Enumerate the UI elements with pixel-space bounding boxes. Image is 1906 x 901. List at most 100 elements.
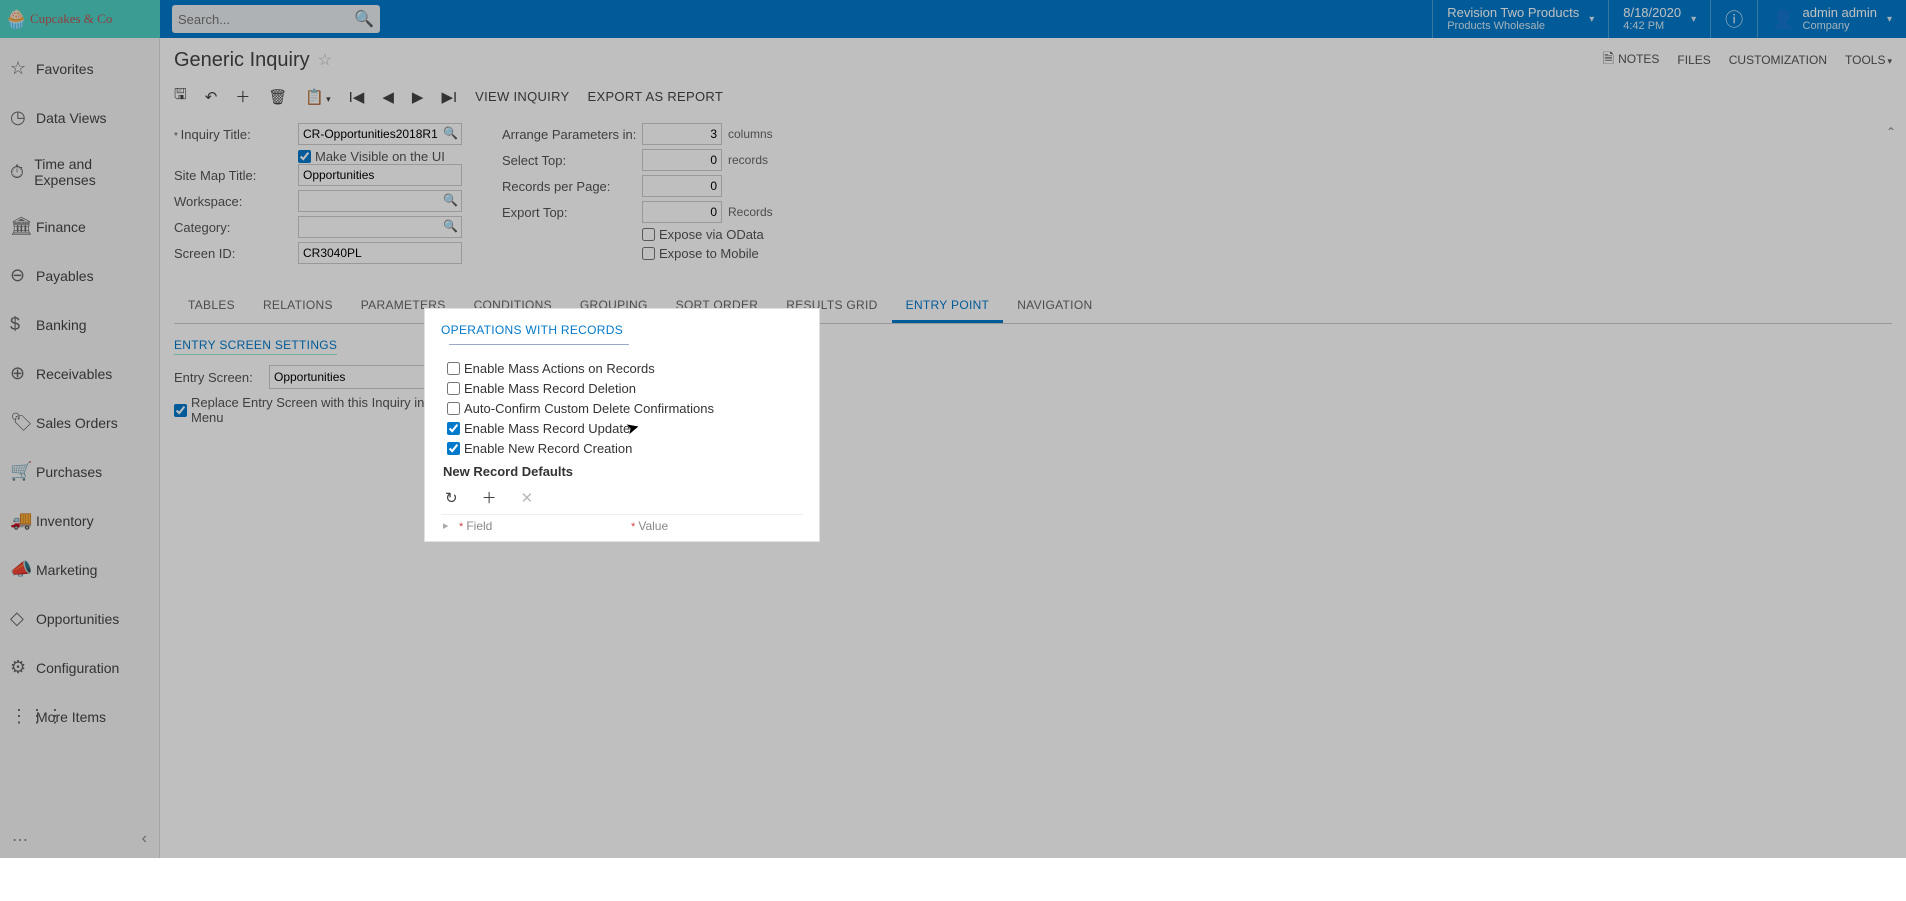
search-icon[interactable]: 🔍	[354, 9, 374, 29]
category-input[interactable]	[298, 216, 462, 238]
last-button[interactable]: ▶I	[441, 88, 457, 106]
save-button[interactable]: 🖫	[174, 84, 187, 109]
mass-update-checkbox[interactable]	[447, 422, 460, 435]
collapse-form-icon[interactable]: ⌃	[1886, 125, 1896, 139]
sidebar-item-dataviews[interactable]: ◷Data Views	[0, 93, 159, 142]
sidebar-label: Finance	[36, 219, 86, 235]
screenid-label: Screen ID:	[174, 246, 298, 261]
tab-entrypoint[interactable]: ENTRY POINT	[892, 290, 1004, 323]
sidebar-item-more[interactable]: ⋮⋮⋮More Items	[0, 692, 159, 741]
sidebar: ☆Favorites ◷Data Views ⏱Time and Expense…	[0, 38, 160, 858]
inquiry-title-input[interactable]	[298, 123, 462, 145]
delete-row-button[interactable]: ✕	[521, 489, 534, 507]
customization-button[interactable]: CUSTOMIZATION	[1729, 53, 1827, 67]
replace-entry-checkbox[interactable]	[174, 404, 187, 417]
recordspage-label: Records per Page:	[502, 179, 642, 194]
dollar-icon: $	[10, 314, 36, 335]
lookup-icon[interactable]: 🔍	[443, 219, 458, 233]
eye-icon: ◷	[10, 107, 36, 128]
sitemap-input[interactable]	[298, 164, 462, 186]
workspace-input[interactable]	[298, 190, 462, 212]
note-icon: 🗎	[1603, 50, 1614, 66]
export-report-button[interactable]: EXPORT AS REPORT	[588, 89, 724, 104]
truck-icon: 🚚	[10, 510, 36, 531]
tab-tables[interactable]: TABLES	[174, 290, 249, 323]
sidebar-label: Opportunities	[36, 611, 119, 627]
tenant-switcher[interactable]: Revision Two Products Products Wholesale…	[1432, 0, 1608, 38]
new-record-checkbox[interactable]	[447, 442, 460, 455]
tab-relations[interactable]: RELATIONS	[249, 290, 347, 323]
grid-row-selector-icon: ▸	[443, 519, 459, 533]
sidebar-item-favorites[interactable]: ☆Favorites	[0, 44, 159, 93]
mass-actions-checkbox[interactable]	[447, 362, 460, 375]
sidebar-item-configuration[interactable]: ⚙Configuration	[0, 643, 159, 692]
sidebar-item-marketing[interactable]: 📣Marketing	[0, 545, 159, 594]
sidebar-item-inventory[interactable]: 🚚Inventory	[0, 496, 159, 545]
mass-delete-checkbox[interactable]	[447, 382, 460, 395]
sidebar-item-opportunities[interactable]: ◇Opportunities	[0, 594, 159, 643]
tenant-name: Revision Two Products	[1447, 5, 1579, 21]
tools-button[interactable]: TOOLS▾	[1845, 53, 1892, 67]
notes-button[interactable]: 🗎NOTES	[1603, 48, 1660, 72]
chevron-down-icon: ▾	[1887, 56, 1892, 66]
chevron-down-icon: ▾	[1691, 14, 1696, 25]
delete-button[interactable]: 🗑	[268, 88, 287, 106]
sidebar-item-salesorders[interactable]: 🏷Sales Orders	[0, 398, 159, 447]
recordspage-input[interactable]	[642, 175, 722, 197]
tab-navigation[interactable]: NAVIGATION	[1003, 290, 1106, 323]
workspace-label: Workspace:	[174, 194, 298, 209]
view-inquiry-button[interactable]: VIEW INQUIRY	[475, 89, 569, 104]
inquiry-title-label: Inquiry Title:	[174, 127, 298, 142]
gear-icon: ⚙	[10, 657, 36, 678]
selecttop-unit: records	[728, 153, 768, 167]
first-button[interactable]: I◀	[349, 88, 365, 106]
sidebar-item-payables[interactable]: ⊖Payables	[0, 251, 159, 300]
new-record-defaults-heading: New Record Defaults	[443, 464, 803, 479]
refresh-button[interactable]: ↻	[445, 489, 458, 507]
exporttop-input[interactable]	[642, 201, 722, 223]
sidebar-item-purchases[interactable]: 🛒Purchases	[0, 447, 159, 496]
exporttop-unit: Records	[728, 205, 773, 219]
sidebar-item-receivables[interactable]: ⊕Receivables	[0, 349, 159, 398]
megaphone-icon: 📣	[10, 559, 36, 580]
toolbar: 🖫 ↶ ＋ 🗑 📋▾ I◀ ◀ ▶ ▶I VIEW INQUIRY EXPORT…	[160, 76, 1906, 117]
help-button[interactable]: ⓘ	[1710, 0, 1757, 38]
lookup-icon[interactable]: 🔍	[443, 126, 458, 140]
selecttop-input[interactable]	[642, 149, 722, 171]
next-button[interactable]: ▶	[412, 88, 424, 106]
user-menu[interactable]: 👤 admin admin Company ▾	[1757, 0, 1906, 38]
favorite-star-icon[interactable]: ☆	[318, 50, 332, 70]
plus-circle-icon: ⊕	[10, 363, 36, 384]
prev-button[interactable]: ◀	[382, 88, 394, 106]
add-row-button[interactable]: ＋	[482, 487, 497, 508]
category-label: Category:	[174, 220, 298, 235]
lookup-icon[interactable]: 🔍	[443, 193, 458, 207]
arrange-input[interactable]	[642, 123, 722, 145]
screenid-input[interactable]	[298, 242, 462, 264]
column-value: Value	[631, 519, 803, 533]
search-input[interactable]	[178, 12, 354, 27]
more-dots-icon[interactable]: ⋯	[12, 830, 28, 850]
exporttop-label: Export Top:	[502, 205, 642, 220]
mass-actions-label: Enable Mass Actions on Records	[464, 361, 655, 376]
operations-section-title: OPERATIONS WITH RECORDS	[441, 323, 803, 351]
cancel-button[interactable]: ↶	[205, 88, 218, 106]
business-time: 4:42 PM	[1623, 20, 1681, 33]
autoconfirm-checkbox[interactable]	[447, 402, 460, 415]
clipboard-button[interactable]: 📋▾	[305, 88, 330, 106]
sidebar-label: Data Views	[36, 110, 107, 126]
date-switcher[interactable]: 8/18/2020 4:42 PM ▾	[1608, 0, 1710, 38]
files-button[interactable]: FILES	[1677, 53, 1710, 67]
app-header: Cupcakes & Co 🔍 Revision Two Products Pr…	[0, 0, 1906, 38]
expose-odata-checkbox[interactable]	[642, 228, 655, 241]
help-icon: ⓘ	[1725, 6, 1743, 32]
sidebar-item-banking[interactable]: $Banking	[0, 300, 159, 349]
collapse-sidebar-icon[interactable]: ‹	[142, 830, 147, 850]
add-button[interactable]: ＋	[235, 86, 250, 107]
expose-mobile-checkbox[interactable]	[642, 247, 655, 260]
search-box[interactable]: 🔍	[172, 5, 380, 33]
sidebar-item-time[interactable]: ⏱Time and Expenses	[0, 142, 159, 202]
column-field: Field	[459, 519, 631, 533]
sidebar-item-finance[interactable]: 🏛Finance	[0, 202, 159, 251]
make-visible-checkbox[interactable]	[298, 150, 311, 163]
